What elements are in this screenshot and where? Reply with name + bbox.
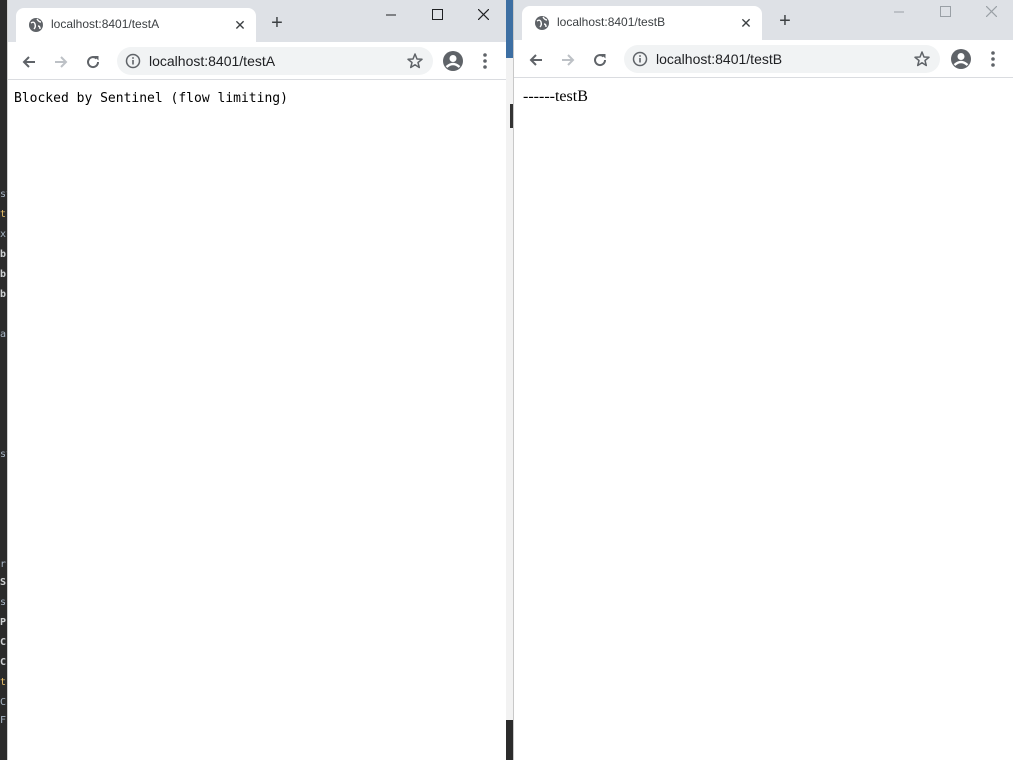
close-icon[interactable]: ✕ <box>230 15 250 35</box>
page-content: Blocked by Sentinel (flow limiting) <box>8 80 506 116</box>
background-ide-strip: st t x b b b a st r S s P C C t C F <box>0 0 7 760</box>
arrow-right-icon[interactable] <box>555 47 581 73</box>
profile-icon[interactable] <box>950 48 972 70</box>
browser-window-a: localhost:8401/testA ✕ + localhost:8401/… <box>7 0 506 760</box>
ide-char: r <box>0 559 7 570</box>
profile-icon[interactable] <box>442 50 464 72</box>
ide-char: st <box>0 189 7 200</box>
window-close-icon[interactable] <box>968 0 1013 27</box>
close-icon[interactable]: ✕ <box>736 13 756 33</box>
maximize-icon[interactable] <box>414 0 460 30</box>
arrow-right-icon[interactable] <box>48 49 74 75</box>
ide-char: b <box>0 269 7 280</box>
page-message: Blocked by Sentinel (flow limiting) <box>14 91 288 106</box>
address-bar[interactable]: localhost:8401/testB <box>624 45 940 73</box>
globe-icon <box>534 15 550 31</box>
browser-toolbar: localhost:8401/testB <box>514 40 1013 78</box>
minimize-icon[interactable] <box>368 0 414 30</box>
tab-testB[interactable]: localhost:8401/testB ✕ <box>522 6 762 40</box>
tab-strip: localhost:8401/testB ✕ + <box>514 0 1013 40</box>
tab-title: localhost:8401/testA <box>51 17 160 31</box>
arrow-left-icon[interactable] <box>523 47 549 73</box>
star-icon[interactable] <box>406 52 424 70</box>
ide-char: t <box>0 209 7 220</box>
ide-char: S <box>0 577 7 588</box>
maximize-icon[interactable] <box>922 0 968 27</box>
tab-strip: localhost:8401/testA ✕ + <box>8 0 506 42</box>
url-text[interactable]: localhost:8401/testB <box>656 51 782 67</box>
url-text[interactable]: localhost:8401/testA <box>149 53 275 69</box>
ide-char: b <box>0 289 7 300</box>
info-icon[interactable] <box>632 51 648 67</box>
window-close-icon[interactable] <box>460 0 506 30</box>
ide-char: x <box>0 229 7 240</box>
ide-char: s <box>0 597 7 608</box>
ide-char: P <box>0 617 7 628</box>
page-content: ------testB <box>514 78 1013 116</box>
plus-icon[interactable]: + <box>774 10 796 32</box>
ide-char: C <box>0 637 7 648</box>
browser-window-b: localhost:8401/testB ✕ + localhost:8401/… <box>513 0 1013 760</box>
ide-char: b <box>0 249 7 260</box>
background-panel-footer <box>506 720 513 760</box>
kebab-menu-icon[interactable] <box>474 50 496 72</box>
minimize-icon[interactable] <box>876 0 922 27</box>
star-icon[interactable] <box>913 50 931 68</box>
browser-toolbar: localhost:8401/testA <box>8 42 506 80</box>
reload-icon[interactable] <box>80 49 106 75</box>
ide-char: t <box>0 677 7 688</box>
ide-char: a <box>0 329 7 340</box>
ide-char: C <box>0 697 7 708</box>
info-icon[interactable] <box>125 53 141 69</box>
globe-icon <box>28 17 44 33</box>
ide-char: C <box>0 657 7 668</box>
page-message: ------testB <box>523 88 588 105</box>
ide-char: st <box>0 449 7 460</box>
address-bar[interactable]: localhost:8401/testA <box>117 47 433 75</box>
ide-char: F <box>0 715 7 726</box>
tab-testA[interactable]: localhost:8401/testA ✕ <box>16 8 256 42</box>
plus-icon[interactable]: + <box>266 12 288 34</box>
arrow-left-icon[interactable] <box>16 49 42 75</box>
tab-title: localhost:8401/testB <box>557 15 666 29</box>
reload-icon[interactable] <box>587 47 613 73</box>
window-gap <box>506 0 513 760</box>
background-panel-header <box>506 0 513 58</box>
background-panel <box>506 58 513 720</box>
kebab-menu-icon[interactable] <box>982 48 1004 70</box>
